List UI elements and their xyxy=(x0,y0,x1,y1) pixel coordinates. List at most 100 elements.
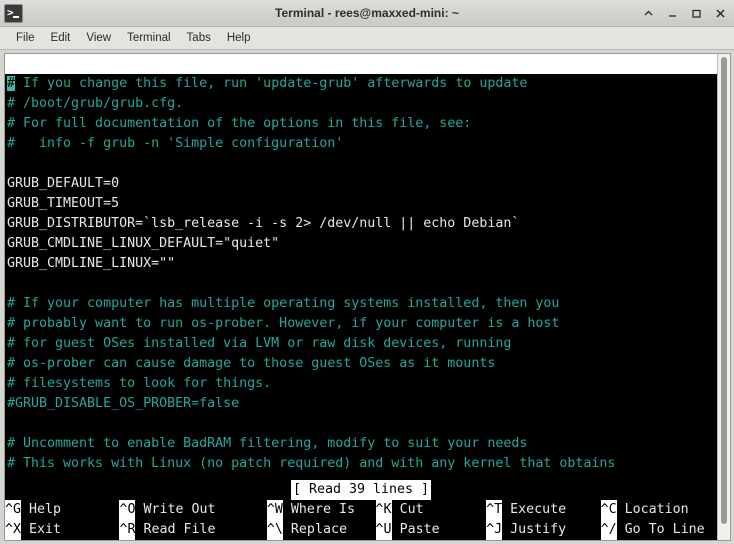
editor-line-text: # This works with Linux (no patch requir… xyxy=(7,456,616,471)
shortcut-label: Justify xyxy=(510,522,567,537)
shortcut-key: ^J xyxy=(486,520,503,540)
editor-line: # If you change this file, run 'update-g… xyxy=(7,74,717,94)
editor-line-text: # os-prober can cause damage to those gu… xyxy=(7,356,496,371)
editor-line-text: GRUB_CMDLINE_LINUX="" xyxy=(7,256,176,271)
editor-line-text: # If your computer has multiple operatin… xyxy=(7,296,560,311)
menu-item-edit[interactable]: Edit xyxy=(43,30,79,46)
shortcut-go-to-line[interactable]: ^/ Go To Line xyxy=(600,520,717,540)
editor-line: #GRUB_DISABLE_OS_PROBER=false xyxy=(7,394,717,414)
menu-item-file[interactable]: File xyxy=(8,30,43,46)
shortcut-paste[interactable]: ^U Paste xyxy=(375,520,487,540)
editor-line-text: # for guest OSes installed via LVM or ra… xyxy=(7,336,512,351)
shortcut-key: ^K xyxy=(375,500,392,520)
shortcut-key: ^T xyxy=(486,500,503,520)
shortcut-key: ^\ xyxy=(266,520,283,540)
editor-line-text: If you change this file, run 'update-gru… xyxy=(15,76,528,91)
editor-line: # probably want to run os-prober. Howeve… xyxy=(7,314,717,334)
shortcut-row-1: ^G Help ^O Write Out ^W Where Is ^K Cut ^T Execut… xyxy=(5,500,717,520)
editor-line-text: GRUB_DEFAULT=0 xyxy=(7,176,120,191)
shortcut-label: Location xyxy=(624,502,689,517)
shortcut-read-file[interactable]: ^R Read File xyxy=(119,520,266,540)
shortcut-exit[interactable]: ^X Exit xyxy=(5,520,119,540)
menu-item-tabs[interactable]: Tabs xyxy=(179,30,219,46)
status-message: [ Read 39 lines ] xyxy=(290,480,432,500)
terminal-area: GNU nano 7.2 /etc/default/grub # If you … xyxy=(0,50,734,544)
shortcut-key: ^/ xyxy=(600,520,617,540)
editor-line-text: # For full documentation of the options … xyxy=(7,116,472,131)
editor-line: GRUB_CMDLINE_LINUX="" xyxy=(7,254,717,274)
editor-line: GRUB_CMDLINE_LINUX_DEFAULT="quiet" xyxy=(7,234,717,254)
editor-line: # os-prober can cause damage to those gu… xyxy=(7,354,717,374)
editor-line-text: # filesystems to look for things. xyxy=(7,376,272,391)
shortcut-label: Write Out xyxy=(143,502,216,517)
editor-line-text: # info -f grub -n 'Simple configuration' xyxy=(7,136,344,151)
window-title: Terminal - rees@maxxed-mini: ~ xyxy=(275,6,459,20)
shortcut-label: Paste xyxy=(399,522,440,537)
text-cursor: # xyxy=(7,76,16,91)
editor-line: # for guest OSes installed via LVM or ra… xyxy=(7,334,717,354)
editor-line: # For full documentation of the options … xyxy=(7,114,717,134)
editor-line: GRUB_TIMEOUT=5 xyxy=(7,194,717,214)
shortcut-key: ^G xyxy=(5,500,22,520)
shortcut-key: ^C xyxy=(600,500,617,520)
nano-title-bar: GNU nano 7.2 /etc/default/grub xyxy=(5,54,717,74)
shortcut-justify[interactable]: ^J Justify xyxy=(486,520,600,540)
nano-shortcut-bar: ^G Help ^O Write Out ^W Where Is ^K Cut ^T Execut… xyxy=(5,500,717,540)
menubar: File Edit View Terminal Tabs Help xyxy=(0,27,734,50)
shortcut-label: Go To Line xyxy=(624,522,705,537)
shortcut-key: ^O xyxy=(119,500,136,520)
minimize-button[interactable] xyxy=(666,7,679,20)
editor-line-text: # Uncomment to enable BadRAM filtering, … xyxy=(7,436,528,451)
menu-item-help[interactable]: Help xyxy=(219,30,259,46)
editor-line: GRUB_DISTRIBUTOR=`lsb_release -i -s 2> /… xyxy=(7,214,717,234)
shortcut-write-out[interactable]: ^O Write Out xyxy=(119,500,266,520)
shortcut-label: Where Is xyxy=(290,502,355,517)
editor-line: # If your computer has multiple operatin… xyxy=(7,294,717,314)
maximize-button[interactable] xyxy=(690,7,703,20)
menu-item-terminal[interactable]: Terminal xyxy=(119,30,178,46)
close-button[interactable] xyxy=(714,7,727,20)
nano-status-line: [ Read 39 lines ] xyxy=(5,480,717,500)
editor-line: # This works with Linux (no patch requir… xyxy=(7,454,717,474)
shortcut-execute[interactable]: ^T Execute xyxy=(486,500,600,520)
editor-text-area[interactable]: # If you change this file, run 'update-g… xyxy=(5,74,717,480)
shortcut-label: Help xyxy=(29,502,62,517)
shortcut-location[interactable]: ^C Location xyxy=(600,500,717,520)
shade-button[interactable] xyxy=(642,7,655,20)
shortcut-where-is[interactable]: ^W Where Is xyxy=(266,500,376,520)
shortcut-label: Cut xyxy=(399,502,424,517)
shortcut-help[interactable]: ^G Help xyxy=(5,500,119,520)
shortcut-key: ^X xyxy=(5,520,22,540)
shortcut-label: Read File xyxy=(143,522,216,537)
terminal-scrollbar[interactable] xyxy=(717,53,731,541)
titlebar[interactable]: Terminal - rees@maxxed-mini: ~ xyxy=(0,0,734,27)
editor-line: # /boot/grub/grub.cfg. xyxy=(7,94,717,114)
terminal-screen[interactable]: GNU nano 7.2 /etc/default/grub # If you … xyxy=(4,53,717,541)
editor-line-text: # probably want to run os-prober. Howeve… xyxy=(7,316,560,331)
editor-line-text: #GRUB_DISABLE_OS_PROBER=false xyxy=(7,396,240,411)
window-controls xyxy=(642,7,727,20)
shortcut-row-2: ^X Exit ^R Read File ^\ Replace ^U Paste ^J Justi… xyxy=(5,520,717,540)
editor-line-text: GRUB_DISTRIBUTOR=`lsb_release -i -s 2> /… xyxy=(7,216,520,231)
menu-item-view[interactable]: View xyxy=(78,30,119,46)
terminal-prompt-icon xyxy=(4,3,23,23)
shortcut-key: ^R xyxy=(119,520,136,540)
terminal-window: Terminal - rees@maxxed-mini: ~ File Edit… xyxy=(0,0,734,544)
editor-line: GRUB_DEFAULT=0 xyxy=(7,174,717,194)
editor-line: # Uncomment to enable BadRAM filtering, … xyxy=(7,434,717,454)
shortcut-cut[interactable]: ^K Cut xyxy=(375,500,487,520)
editor-line-text: GRUB_TIMEOUT=5 xyxy=(7,196,120,211)
editor-line-text: # /boot/grub/grub.cfg. xyxy=(7,96,184,111)
editor-line: # info -f grub -n 'Simple configuration' xyxy=(7,134,717,154)
shortcut-label: Replace xyxy=(290,522,347,537)
editor-line: # filesystems to look for things. xyxy=(7,374,717,394)
editor-line-text: GRUB_CMDLINE_LINUX_DEFAULT="quiet" xyxy=(7,236,280,251)
shortcut-replace[interactable]: ^\ Replace xyxy=(266,520,376,540)
shortcut-label: Execute xyxy=(510,502,567,517)
shortcut-key: ^W xyxy=(266,500,283,520)
shortcut-label: Exit xyxy=(29,522,62,537)
scrollbar-thumb[interactable] xyxy=(721,57,727,524)
